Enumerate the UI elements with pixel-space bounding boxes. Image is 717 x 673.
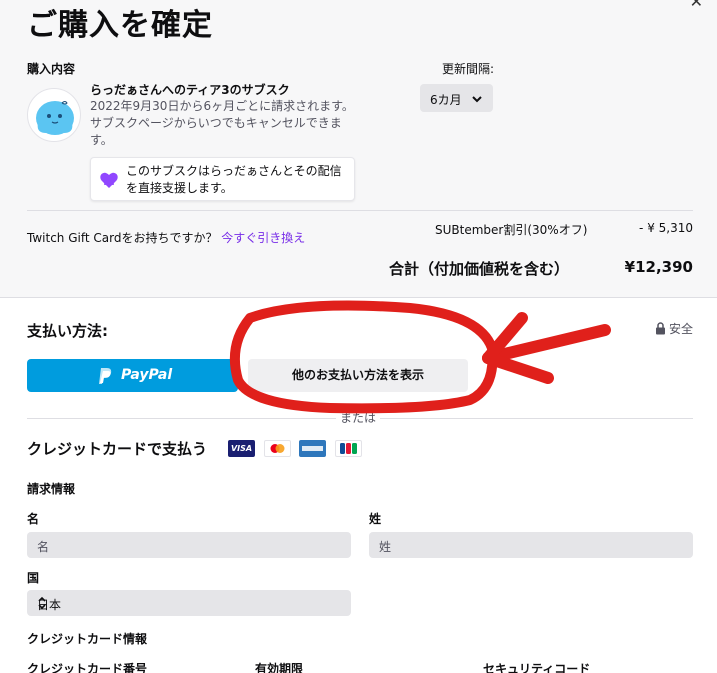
support-text: このサブスクはらっだぁさんとその配信を直接支援します。 (126, 164, 342, 195)
card-info-section-label: クレジットカード情報 (27, 632, 148, 646)
lock-icon (655, 322, 665, 335)
subscription-title: らっだぁさんへのティア3のサブスク (90, 83, 290, 97)
show-other-payment-methods-button[interactable]: 他のお支払い方法を表示 (248, 359, 468, 392)
amex-icon (299, 440, 326, 457)
select-arrows-icon (37, 595, 339, 614)
first-name-placeholder: 名 (37, 540, 50, 554)
gift-card-question: Twitch Gift Cardをお持ちですか？ (27, 231, 218, 245)
paypal-button[interactable]: PayPal (27, 359, 238, 392)
renew-interval-select[interactable]: 6カ月 (420, 84, 493, 112)
renew-interval-label: 更新間隔: (442, 62, 495, 76)
billing-section-label: 請求情報 (27, 482, 76, 496)
order-summary-panel: ご購入を確定 ✕ 購入内容 らっだぁさんへのティア3のサブスク 2022年9月3… (0, 0, 717, 298)
mastercard-icon (264, 440, 291, 457)
divider (27, 210, 693, 211)
discount-label: SUBtember割引(30%オフ) (435, 223, 588, 237)
first-name-input[interactable]: 名 (27, 532, 351, 558)
total-label: 合計（付加価値税を含む） (389, 260, 570, 278)
expiry-label: 有効期限 (255, 662, 304, 673)
discount-value: - ¥ 5,310 (639, 221, 693, 235)
country-label: 国 (27, 571, 40, 585)
country-select[interactable]: 日本 (27, 590, 351, 616)
last-name-placeholder: 姓 (379, 540, 392, 554)
redeem-now-link[interactable]: 今すぐ引き換え (221, 231, 305, 245)
page-title: ご購入を確定 (27, 8, 213, 43)
last-name-label: 姓 (369, 512, 382, 526)
support-notice: このサブスクはらっだぁさんとその配信を直接支援します。 (90, 157, 355, 201)
payment-method-label: 支払い方法: (27, 322, 108, 340)
close-icon[interactable]: ✕ (690, 0, 703, 11)
paypal-label: PayPal (121, 367, 173, 383)
purple-heart-icon (99, 170, 119, 194)
credit-card-title: クレジットカードで支払う (27, 440, 208, 458)
secure-indicator: 安全 (655, 320, 693, 337)
security-code-label: セキュリティコード (483, 662, 591, 673)
ghost-avatar-icon (27, 88, 81, 142)
card-number-label: クレジットカード番号 (27, 662, 148, 673)
secure-label: 安全 (668, 322, 693, 336)
subscription-description: 2022年9月30日から6ヶ月ごとに請求されます。サブスクページからいつでもキャ… (90, 99, 354, 147)
visa-icon: VISA (228, 440, 255, 457)
first-name-label: 名 (27, 512, 40, 526)
renew-interval-value: 6カ月 (430, 93, 462, 107)
chevron-down-icon (471, 93, 483, 107)
or-separator: または (336, 409, 381, 426)
jcb-icon (335, 440, 362, 457)
last-name-input[interactable]: 姓 (369, 532, 693, 558)
paypal-logo-icon (97, 367, 113, 389)
total-value: ¥12,390 (624, 258, 693, 276)
gift-card-row: Twitch Gift Cardをお持ちですか？ 今すぐ引き換え (27, 229, 305, 246)
purchase-section-label: 購入内容 (27, 62, 76, 76)
